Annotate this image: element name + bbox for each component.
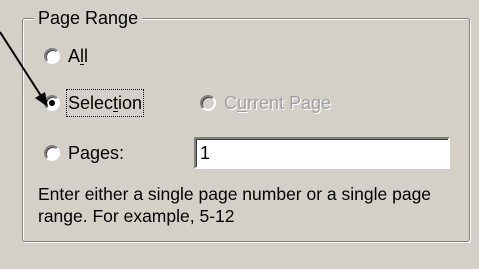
annotation-arrow-icon [0,31,48,107]
